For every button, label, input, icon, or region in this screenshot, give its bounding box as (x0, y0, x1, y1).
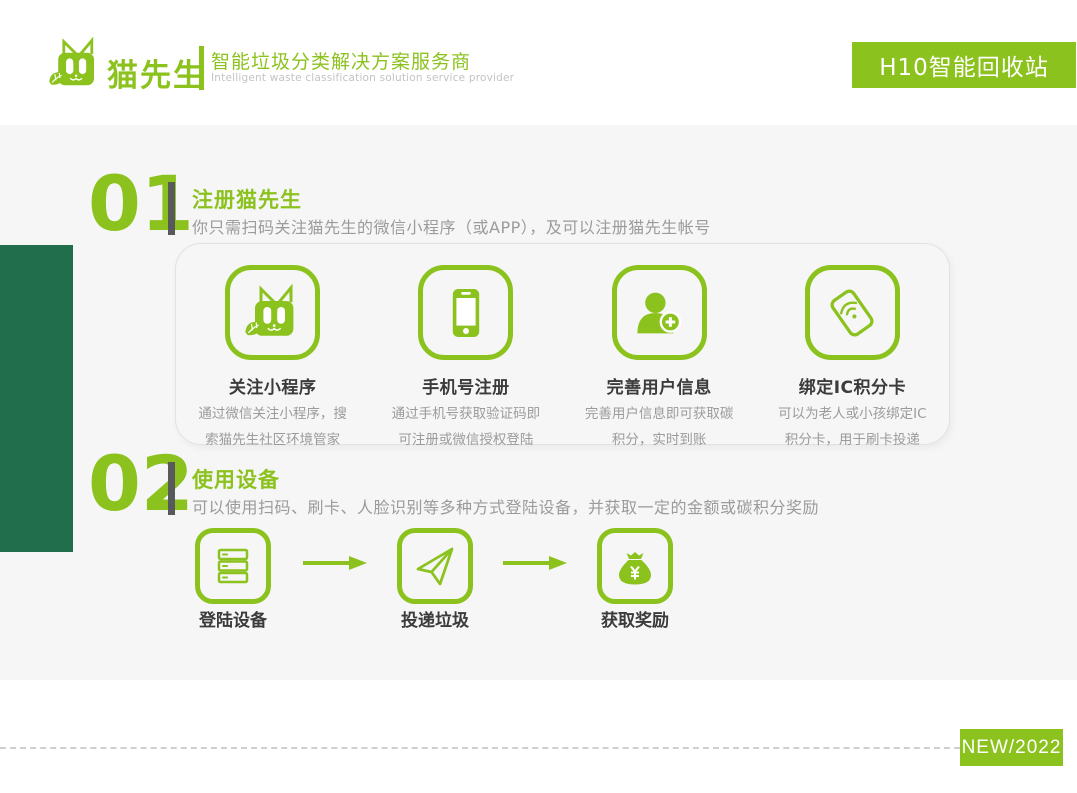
section-02-subtitle: 可以使用扫码、刷卡、人脸识别等多种方式登陆设备，并获取一定的金额或碳积分奖励 (192, 494, 819, 518)
step-label: 获取奖励 (597, 606, 673, 631)
arrow-icon (503, 555, 567, 571)
step-label: 登陆设备 (195, 606, 271, 631)
device-login-icon (195, 528, 271, 604)
section-01-number: 01 (88, 166, 194, 242)
paper-plane-icon (397, 528, 473, 604)
cat-miniprogram-icon (225, 265, 320, 360)
dashed-divider (0, 747, 960, 749)
card-phone-register: 手机号注册 通过手机号获取验证码即 可注册或微信授权登陆 (369, 265, 562, 444)
section-01-bar (168, 182, 175, 235)
card-description: 完善用户信息即可获取碳 积分，实时到账 (563, 401, 756, 453)
section-02-number: 02 (88, 446, 194, 522)
footer: NEW/2022 (0, 680, 1077, 793)
cat-logo-icon (47, 36, 103, 92)
card-title: 绑定IC积分卡 (756, 373, 949, 398)
card-title: 完善用户信息 (563, 373, 756, 398)
section-02-bar (168, 462, 175, 515)
card-title: 手机号注册 (369, 373, 562, 398)
card-bind-ic-card: 绑定IC积分卡 可以为老人或小孩绑定IC 积分卡，用于刷卡投递 (756, 265, 949, 444)
product-badge: H10智能回收站 (852, 42, 1076, 88)
section-01-title: 注册猫先生 (192, 184, 302, 214)
header: 猫先生 智能垃圾分类解决方案服务商 Intelligent waste clas… (0, 0, 1077, 125)
main-panel: 01 注册猫先生 你只需扫码关注猫先生的微信小程序（或APP），及可以注册猫先生… (0, 125, 1077, 680)
reward-bag-icon (597, 528, 673, 604)
new-year-badge: NEW/2022 (960, 729, 1063, 766)
phone-icon (418, 265, 513, 360)
card-title: 关注小程序 (176, 373, 369, 398)
step-label: 投递垃圾 (397, 606, 473, 631)
arrow-icon (303, 555, 367, 571)
card-description: 可以为老人或小孩绑定IC 积分卡，用于刷卡投递 (756, 401, 949, 453)
card-complete-profile: 完善用户信息 完善用户信息即可获取碳 积分，实时到账 (563, 265, 756, 444)
card-follow-miniprogram: 关注小程序 通过微信关注小程序，搜 索猫先生社区环境管家 (176, 265, 369, 444)
ic-card-icon (805, 265, 900, 360)
page: 猫先生 智能垃圾分类解决方案服务商 Intelligent waste clas… (0, 0, 1077, 793)
section-02-title: 使用设备 (192, 464, 280, 494)
section-01-subtitle: 你只需扫码关注猫先生的微信小程序（或APP），及可以注册猫先生帐号 (192, 214, 711, 238)
tagline-english: Intelligent waste classification solutio… (211, 72, 514, 84)
card-description: 通过手机号获取验证码即 可注册或微信授权登陆 (369, 401, 562, 453)
add-user-icon (612, 265, 707, 360)
tagline-chinese: 智能垃圾分类解决方案服务商 (211, 47, 471, 74)
accent-block (0, 245, 73, 552)
logo-text: 猫先生 (107, 50, 206, 95)
logo-divider (199, 46, 204, 90)
register-steps-panel: 关注小程序 通过微信关注小程序，搜 索猫先生社区环境管家 手机号注册 (175, 243, 950, 445)
card-description: 通过微信关注小程序，搜 索猫先生社区环境管家 (176, 401, 369, 453)
